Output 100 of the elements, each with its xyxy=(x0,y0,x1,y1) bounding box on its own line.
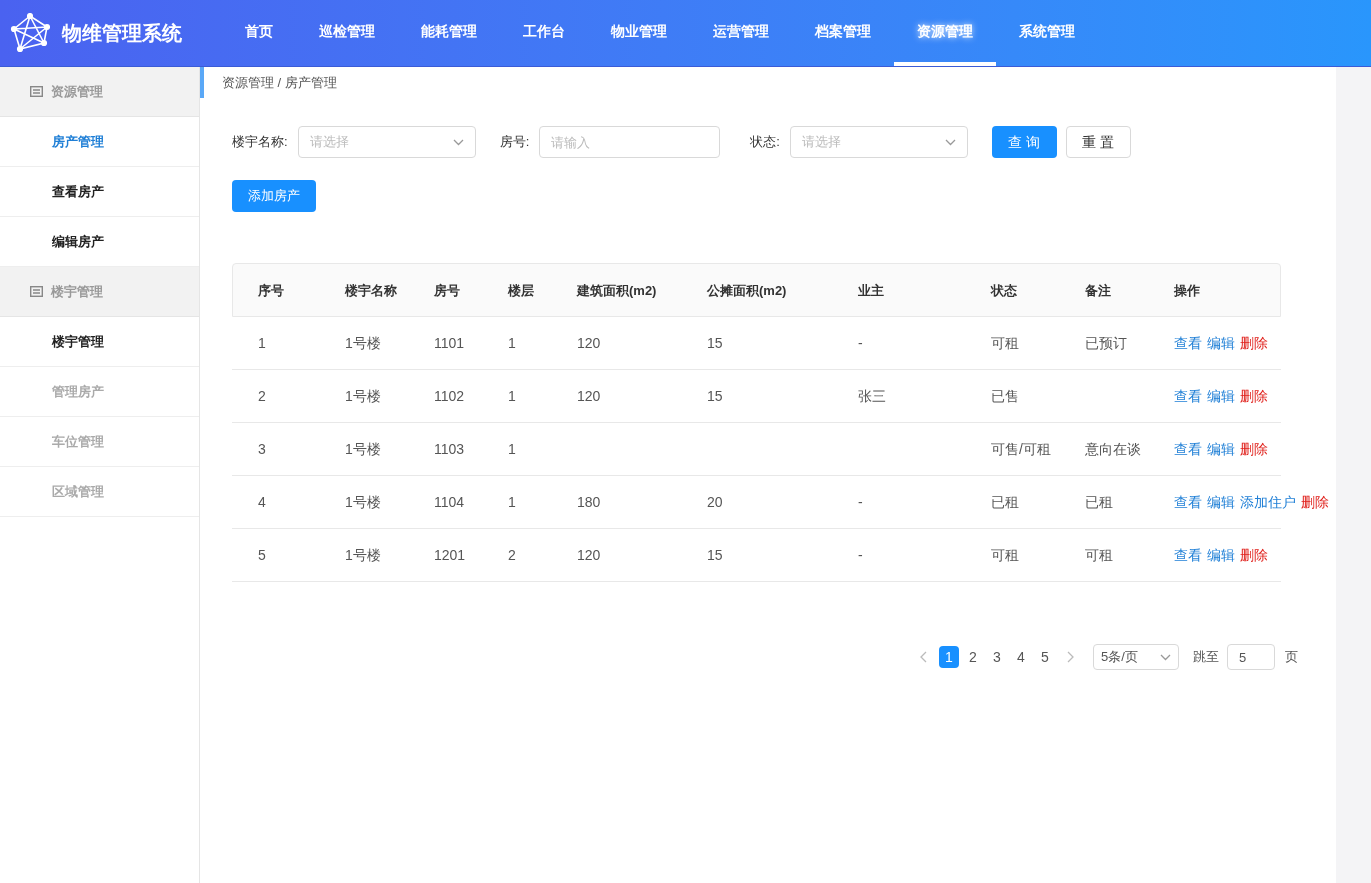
table-cell: 1103 xyxy=(434,441,465,457)
sidebar-group-header[interactable]: 资源管理 xyxy=(0,67,199,117)
page-button[interactable]: 3 xyxy=(987,646,1007,668)
table-cell: 已预订 xyxy=(1085,335,1127,351)
row-action-link[interactable]: 查看 xyxy=(1174,491,1202,513)
row-action-link[interactable]: 编辑 xyxy=(1207,438,1235,460)
nav-tab[interactable]: 系统管理 xyxy=(996,0,1098,66)
column-header: 状态 xyxy=(991,283,1017,298)
column-header: 操作 xyxy=(1174,283,1200,298)
row-action-link[interactable]: 编辑 xyxy=(1207,385,1235,407)
row-action-link[interactable]: 删除 xyxy=(1240,544,1268,566)
table-cell: 意向在谈 xyxy=(1085,441,1141,457)
add-property-button[interactable]: 添加房产 xyxy=(232,180,316,212)
chevron-left-icon[interactable] xyxy=(919,651,927,663)
sidebar-item[interactable]: 查看房产 xyxy=(0,167,199,217)
column-header: 公摊面积(m2) xyxy=(707,283,787,298)
table-cell: 1 xyxy=(508,441,516,457)
table-cell: 1号楼 xyxy=(345,441,381,457)
network-logo-icon xyxy=(10,13,50,53)
page-size-select[interactable]: 5条/页 xyxy=(1093,644,1179,670)
table-cell: 已售 xyxy=(991,388,1019,404)
table-cell: 可租 xyxy=(1085,547,1113,563)
table-cell: 15 xyxy=(707,547,723,563)
nav-tab[interactable]: 运营管理 xyxy=(690,0,792,66)
table-cell: - xyxy=(858,335,863,351)
row-action-link[interactable]: 添加住户 xyxy=(1240,491,1296,513)
filter-label: 房号: xyxy=(499,133,530,152)
table-cell: 1 xyxy=(258,335,266,351)
table-cell: 20 xyxy=(707,494,723,510)
page-button[interactable]: 5 xyxy=(1035,646,1055,668)
page-button[interactable]: 4 xyxy=(1011,646,1031,668)
nav-tab[interactable]: 首页 xyxy=(222,0,296,66)
row-action-link[interactable]: 查看 xyxy=(1174,332,1202,354)
filter-label: 楼宇名称: xyxy=(232,133,288,152)
row-action-link[interactable]: 编辑 xyxy=(1207,332,1235,354)
row-action-link[interactable]: 删除 xyxy=(1240,332,1268,354)
list-icon xyxy=(30,86,43,97)
column-header: 房号 xyxy=(434,283,460,298)
chevron-right-icon[interactable] xyxy=(1067,651,1075,663)
row-action-link[interactable]: 查看 xyxy=(1174,385,1202,407)
table-cell: 1号楼 xyxy=(345,388,381,404)
reset-button[interactable]: 重 置 xyxy=(1065,126,1131,158)
table-cell: 1 xyxy=(508,335,516,351)
table-cell: 可租 xyxy=(991,335,1019,351)
table-cell: 1号楼 xyxy=(345,547,381,563)
row-action-link[interactable]: 查看 xyxy=(1174,544,1202,566)
nav-tab[interactable]: 工作台 xyxy=(500,0,588,66)
column-header: 序号 xyxy=(258,283,284,298)
table-cell: 120 xyxy=(577,547,601,563)
table-cell: 1201 xyxy=(434,547,466,563)
nav-tab[interactable]: 能耗管理 xyxy=(398,0,500,66)
nav-tab[interactable]: 物业管理 xyxy=(588,0,690,66)
row-action-link[interactable]: 编辑 xyxy=(1207,544,1235,566)
input-field[interactable]: 请输入 xyxy=(539,126,721,158)
sidebar-item[interactable]: 房产管理 xyxy=(0,117,199,167)
page-size-value: 5条/页 xyxy=(1101,648,1138,667)
filter-label: 状态: xyxy=(750,133,780,152)
table-cell: 2 xyxy=(258,388,266,404)
list-icon xyxy=(30,286,43,297)
table-cell: 4 xyxy=(258,494,266,510)
table-cell: - xyxy=(858,494,863,510)
table-cell: 1号楼 xyxy=(345,494,381,510)
table-cell: 120 xyxy=(577,388,601,404)
page-button[interactable]: 1 xyxy=(939,646,959,668)
row-action-link[interactable]: 删除 xyxy=(1240,438,1268,460)
page-button[interactable]: 2 xyxy=(963,646,983,668)
table-cell: 15 xyxy=(707,388,723,404)
table-cell: - xyxy=(858,547,863,563)
page-jump-field[interactable]: 5 xyxy=(1227,644,1275,670)
row-action-link[interactable]: 查看 xyxy=(1174,438,1202,460)
jump-label: 跳至 xyxy=(1193,648,1219,667)
column-header: 备注 xyxy=(1085,283,1111,298)
table-cell: 可租 xyxy=(991,547,1019,563)
query-button[interactable]: 查 询 xyxy=(991,126,1057,158)
column-header: 楼宇名称 xyxy=(345,283,397,298)
select-placeholder: 请选择 xyxy=(309,133,349,152)
sidebar-item[interactable]: 楼宇管理 xyxy=(0,317,199,367)
row-action-link[interactable]: 删除 xyxy=(1301,491,1329,513)
group-label: 楼宇管理 xyxy=(51,282,103,301)
table-cell: 张三 xyxy=(858,388,886,404)
row-action-link[interactable]: 删除 xyxy=(1240,385,1268,407)
nav-tab[interactable]: 资源管理 xyxy=(894,0,996,66)
table-cell: 120 xyxy=(577,335,601,351)
breadcrumb: 资源管理 / 房产管理 xyxy=(222,73,337,92)
group-label: 资源管理 xyxy=(51,82,103,101)
table-cell: 1102 xyxy=(434,388,465,404)
chevron-down-icon xyxy=(944,138,956,146)
table-cell: 1号楼 xyxy=(345,335,381,351)
row-action-link[interactable]: 编辑 xyxy=(1207,491,1235,513)
table-cell: 2 xyxy=(508,547,516,563)
table-cell: 已租 xyxy=(1085,494,1113,510)
table-cell: 1 xyxy=(508,494,516,510)
sidebar-group-header[interactable]: 楼宇管理 xyxy=(0,267,199,317)
chevron-down-icon xyxy=(452,138,464,146)
table-cell: 1104 xyxy=(434,494,465,510)
nav-tab[interactable]: 档案管理 xyxy=(792,0,894,66)
table-cell: 180 xyxy=(577,494,601,510)
table-cell: 1101 xyxy=(434,335,465,351)
page-suffix: 页 xyxy=(1285,648,1298,667)
nav-tab[interactable]: 巡检管理 xyxy=(296,0,398,66)
